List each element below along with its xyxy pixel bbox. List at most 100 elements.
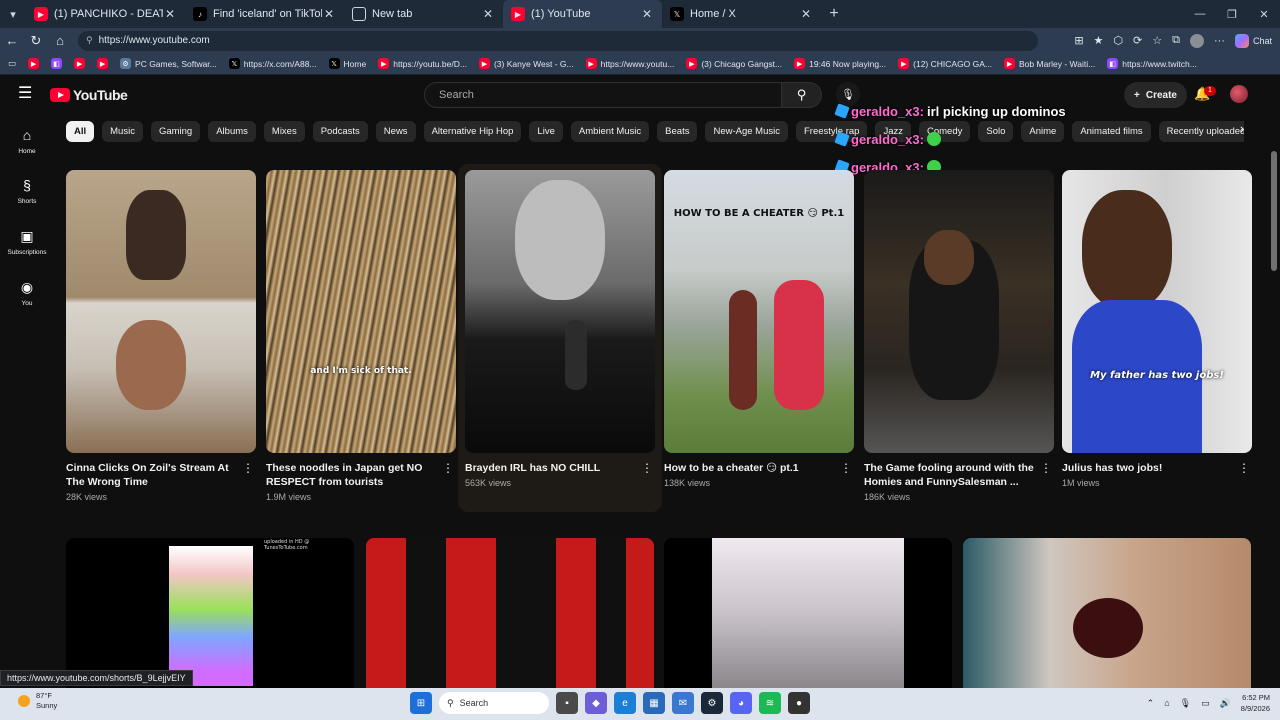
short-thumbnail[interactable] bbox=[465, 170, 655, 453]
url-field[interactable]: ⚲ https://www.youtube.com bbox=[78, 30, 1038, 51]
short-card[interactable]: and I'm sick of that. These noodles in J… bbox=[266, 170, 456, 502]
minimize-icon[interactable]: — bbox=[1184, 0, 1216, 28]
short-thumbnail[interactable]: HOW TO BE A CHEATER 😏 Pt.1 bbox=[664, 170, 854, 453]
mic-tray-icon[interactable]: 🎙 bbox=[1180, 698, 1191, 709]
short-card[interactable]: HOW TO BE A CHEATER 😏 Pt.1 How to be a c… bbox=[664, 170, 854, 488]
clock[interactable]: 6:52 PM 8/9/2026 bbox=[1241, 692, 1270, 714]
youtube-logo[interactable]: YouTube bbox=[50, 87, 128, 103]
bookmark-item[interactable]: ▶ (3) Chicago Gangst... bbox=[686, 58, 782, 69]
task-view-icon[interactable]: ▪ bbox=[556, 692, 578, 714]
copilot-chat-button[interactable]: Chat bbox=[1234, 33, 1272, 48]
filter-chip[interactable]: New-Age Music bbox=[705, 121, 788, 142]
profile-avatar[interactable] bbox=[1189, 33, 1204, 48]
bookmark-item[interactable]: ▶ https://youtu.be/D... bbox=[378, 58, 467, 69]
menu-icon[interactable]: ☰ bbox=[18, 86, 34, 102]
copilot-app-icon[interactable]: ◆ bbox=[585, 692, 607, 714]
volume-icon[interactable]: 🔊 bbox=[1220, 698, 1231, 709]
browser-tab[interactable]: ♪ Find 'iceland' on TikTok | TikTok Se ✕ bbox=[185, 0, 344, 28]
more-actions-icon[interactable]: ⋮ bbox=[442, 461, 454, 475]
close-tab-icon[interactable]: ✕ bbox=[322, 7, 336, 21]
store-icon[interactable]: ▦ bbox=[643, 692, 665, 714]
short-title[interactable]: These noodles in Japan get NO RESPECT fr… bbox=[266, 461, 438, 489]
nav-item-you[interactable]: ◉ You bbox=[0, 279, 54, 307]
more-actions-icon[interactable]: ⋮ bbox=[840, 461, 852, 475]
more-actions-icon[interactable]: ⋮ bbox=[1040, 461, 1052, 475]
chevron-right-icon[interactable]: › bbox=[1240, 121, 1244, 136]
video-thumbnail[interactable] bbox=[664, 538, 952, 688]
collections-icon[interactable]: ⧉ bbox=[1172, 34, 1180, 47]
favorite-star-icon[interactable]: ★ bbox=[1094, 34, 1104, 47]
scrollbar-thumb[interactable] bbox=[1271, 151, 1277, 271]
filter-chip[interactable]: Ambient Music bbox=[570, 121, 650, 142]
split-screen-icon[interactable]: ⊞ bbox=[1074, 34, 1083, 47]
nav-item-subscriptions[interactable]: ▣ Subscriptions bbox=[0, 228, 54, 256]
bookmark-item[interactable]: ◧ https://www.twitch... bbox=[1107, 58, 1197, 69]
edge-browser-icon[interactable]: e bbox=[614, 692, 636, 714]
windows-start-icon[interactable]: ⊞ bbox=[410, 692, 432, 714]
short-thumbnail[interactable]: and I'm sick of that. bbox=[266, 170, 456, 453]
browser-tab-active[interactable]: ▶ (1) YouTube ✕ bbox=[503, 0, 662, 28]
more-actions-icon[interactable]: ⋮ bbox=[1238, 461, 1250, 475]
home-icon[interactable]: ⌂ bbox=[48, 33, 72, 48]
short-card-hovered[interactable]: Brayden IRL has NO CHILL 563K views ⋮ bbox=[458, 164, 662, 512]
short-title[interactable]: Cinna Clicks On Zoil's Stream At The Wro… bbox=[66, 461, 238, 489]
short-title[interactable]: The Game fooling around with the Homies … bbox=[864, 461, 1036, 489]
close-window-icon[interactable]: ✕ bbox=[1248, 0, 1280, 28]
filter-chip[interactable]: All bbox=[66, 121, 95, 142]
collections-bookmark-icon[interactable]: ▭ bbox=[8, 58, 16, 69]
refresh-extension-icon[interactable]: ⟳ bbox=[1133, 34, 1142, 47]
close-tab-icon[interactable]: ✕ bbox=[640, 7, 654, 21]
bookmark-item[interactable]: ▶ 19:46 Now playing... bbox=[794, 58, 886, 69]
short-card[interactable]: The Game fooling around with the Homies … bbox=[864, 170, 1054, 502]
weather-widget[interactable]: 87°F Sunny bbox=[18, 691, 57, 711]
taskbar-search[interactable]: ⚲ Search bbox=[439, 692, 549, 714]
filter-chip[interactable]: Podcasts bbox=[312, 121, 368, 142]
favorites-icon[interactable]: ☆ bbox=[1152, 34, 1162, 47]
filter-chip[interactable]: Recently uploaded bbox=[1158, 121, 1244, 142]
bookmark-item[interactable]: ▶ https://www.youtu... bbox=[585, 58, 674, 69]
extensions-icon[interactable]: ⬡ bbox=[1113, 34, 1123, 47]
short-title[interactable]: Brayden IRL has NO CHILL bbox=[465, 461, 637, 475]
filter-chip[interactable]: Mixes bbox=[263, 121, 305, 142]
refresh-icon[interactable]: ↻ bbox=[24, 33, 48, 49]
bookmark-item[interactable]: ▶ bbox=[74, 58, 86, 69]
outlook-icon[interactable]: ✉ bbox=[672, 692, 694, 714]
bookmark-item[interactable]: ▶ bbox=[97, 58, 109, 69]
short-title[interactable]: Julius has two jobs! bbox=[1062, 461, 1234, 475]
bookmark-item[interactable]: ▶ (12) CHICAGO GA... bbox=[898, 58, 992, 69]
more-actions-icon[interactable]: ⋮ bbox=[641, 461, 653, 475]
browser-tab[interactable]: New tab ✕ bbox=[344, 0, 503, 28]
monitor-icon[interactable]: ▭ bbox=[1201, 698, 1210, 709]
bookmark-item[interactable]: 𝕏 Home bbox=[328, 58, 366, 69]
site-info-icon[interactable]: ⚲ bbox=[86, 35, 93, 46]
restore-icon[interactable]: ❐ bbox=[1216, 0, 1248, 28]
video-thumbnail[interactable]: uploaded in HD @ TunesToTube.com bbox=[66, 538, 354, 688]
video-thumbnail[interactable] bbox=[963, 538, 1251, 688]
short-card[interactable]: My father has two jobs! Julius has two j… bbox=[1062, 170, 1252, 488]
app-icon[interactable]: ● bbox=[788, 692, 810, 714]
filter-chip[interactable]: Live bbox=[529, 121, 563, 142]
search-button[interactable]: ⚲ bbox=[782, 82, 822, 108]
new-tab-button[interactable]: + bbox=[821, 5, 847, 23]
filter-chip[interactable]: Alternative Hip Hop bbox=[423, 121, 522, 142]
account-avatar[interactable] bbox=[1230, 85, 1248, 103]
search-input[interactable]: Search bbox=[424, 82, 782, 108]
filter-chip[interactable]: Music bbox=[102, 121, 143, 142]
bookmark-item[interactable]: 𝕏https://x.com/A88... bbox=[228, 58, 317, 69]
back-icon[interactable]: ← bbox=[0, 33, 24, 48]
short-thumbnail[interactable] bbox=[66, 170, 256, 453]
close-tab-icon[interactable]: ✕ bbox=[163, 7, 177, 21]
close-tab-icon[interactable]: ✕ bbox=[481, 7, 495, 21]
short-title[interactable]: How to be a cheater 😏 pt.1 bbox=[664, 461, 836, 475]
filter-chip[interactable]: Gaming bbox=[150, 121, 201, 142]
close-tab-icon[interactable]: ✕ bbox=[799, 7, 813, 21]
short-thumbnail[interactable] bbox=[864, 170, 1054, 453]
steam-icon[interactable]: ⚙ bbox=[701, 692, 723, 714]
short-thumbnail[interactable]: My father has two jobs! bbox=[1062, 170, 1252, 453]
short-card[interactable]: Cinna Clicks On Zoil's Stream At The Wro… bbox=[66, 170, 256, 502]
spotify-icon[interactable]: ≋ bbox=[759, 692, 781, 714]
tab-list-button[interactable]: ▾ bbox=[0, 0, 26, 28]
page-scrollbar[interactable] bbox=[1270, 143, 1278, 685]
nav-item-shorts[interactable]: § Shorts bbox=[0, 177, 54, 205]
bookmark-item[interactable]: ⚙ PC Games, Softwar... bbox=[120, 58, 217, 69]
